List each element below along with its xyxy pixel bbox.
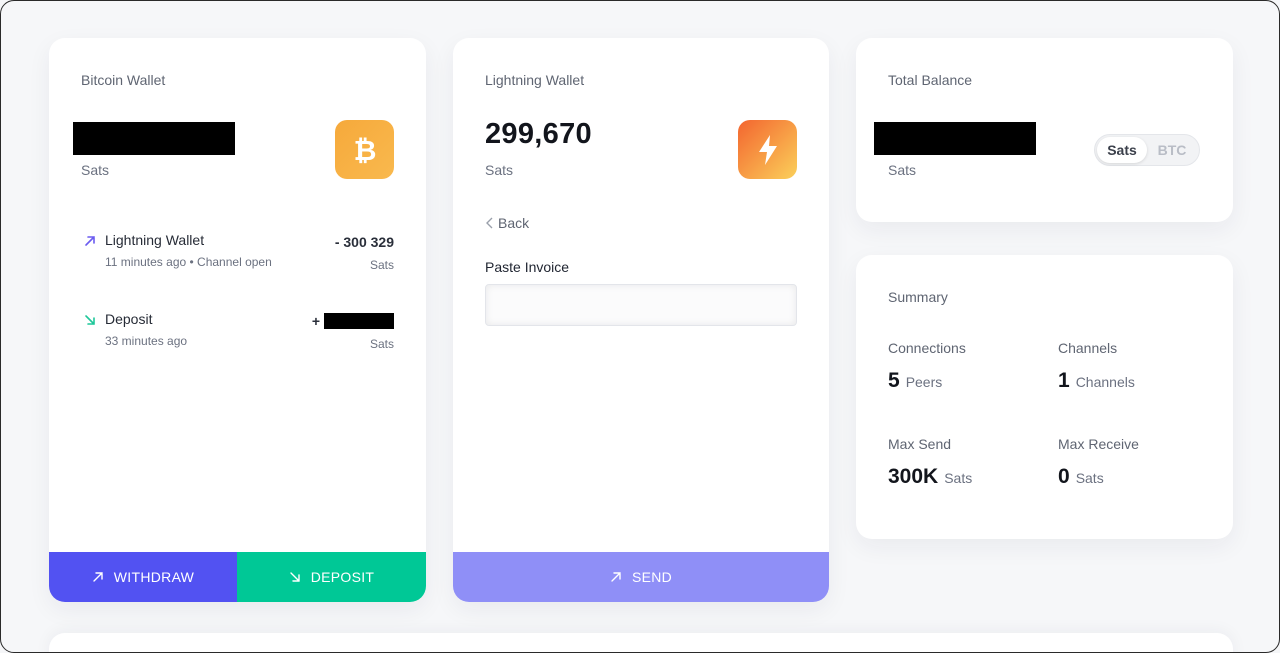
send-button[interactable]: SEND	[453, 552, 829, 602]
invoice-input[interactable]	[485, 284, 797, 326]
lightning-balance-unit: Sats	[485, 162, 514, 178]
lightning-icon	[738, 120, 797, 179]
bitcoin-balance-redacted	[73, 122, 235, 155]
send-label: SEND	[631, 569, 673, 585]
unit-toggle[interactable]: Sats BTC	[1094, 134, 1200, 166]
max-send-value: 300K Sats	[888, 465, 972, 489]
channels-label: Channels	[1058, 340, 1118, 356]
max-send-unit: Sats	[944, 470, 973, 486]
lightning-wallet-title: Lightning Wallet	[485, 72, 585, 88]
max-receive-label: Max Receive	[1058, 436, 1139, 452]
arrow-up-right-icon	[93, 572, 103, 582]
bottom-card	[49, 633, 1233, 652]
back-label: Back	[498, 215, 530, 231]
arrow-down-right-icon	[85, 315, 95, 325]
deposit-button[interactable]: DEPOSIT	[237, 552, 426, 602]
arrow-down-right-icon	[290, 572, 300, 582]
max-receive-unit: Sats	[1075, 470, 1104, 486]
arrow-up-right-icon	[611, 572, 621, 582]
bitcoin-wallet-card: Bitcoin Wallet Sats ₿ Lightning Wallet 1…	[49, 38, 426, 602]
bitcoin-balance-unit: Sats	[81, 162, 110, 178]
withdraw-button[interactable]: WITHDRAW	[49, 552, 237, 602]
transaction-meta: 33 minutes ago	[105, 334, 188, 348]
transaction-meta: 11 minutes ago • Channel open	[105, 255, 272, 269]
transaction-amount: +	[312, 313, 394, 329]
toggle-sats[interactable]: Sats	[1097, 137, 1147, 163]
channels-value: 1 Channels	[1058, 369, 1135, 393]
channels-count: 1	[1058, 369, 1070, 392]
total-balance-redacted	[874, 122, 1036, 155]
svg-text:₿: ₿	[353, 134, 376, 167]
total-balance-title: Total Balance	[888, 72, 973, 88]
amount-redacted	[324, 313, 394, 329]
app-window: Bitcoin Wallet Sats ₿ Lightning Wallet 1…	[0, 0, 1280, 653]
total-balance-card: Total Balance Sats Sats BTC	[856, 38, 1233, 222]
transaction-amount: - 300 329	[334, 234, 394, 250]
back-link[interactable]: Back	[485, 215, 529, 231]
connections-label: Connections	[888, 340, 966, 356]
connections-value: 5 Peers	[888, 369, 942, 393]
lightning-balance: 299,670	[485, 118, 592, 150]
summary-title: Summary	[888, 289, 948, 305]
withdraw-label: WITHDRAW	[113, 569, 195, 585]
transaction-unit: Sats	[369, 337, 394, 351]
transaction-name: Lightning Wallet	[105, 232, 205, 248]
max-receive-amount: 0	[1058, 465, 1070, 488]
paste-invoice-label: Paste Invoice	[485, 259, 570, 275]
toggle-btc[interactable]: BTC	[1147, 137, 1197, 163]
transaction-unit: Sats	[369, 258, 394, 272]
bitcoin-icon: ₿	[335, 120, 394, 179]
max-send-amount: 300K	[888, 465, 939, 488]
transaction-row[interactable]: Deposit 33 minutes ago + Sats	[83, 311, 394, 351]
max-send-label: Max Send	[888, 436, 952, 452]
lightning-wallet-card: Lightning Wallet 299,670 Sats Back Paste…	[453, 38, 829, 602]
transaction-row[interactable]: Lightning Wallet 11 minutes ago • Channe…	[83, 232, 394, 272]
connections-count: 5	[888, 369, 900, 392]
chevron-left-icon	[486, 217, 493, 229]
bitcoin-wallet-title: Bitcoin Wallet	[81, 72, 166, 88]
max-receive-value: 0 Sats	[1058, 465, 1104, 489]
summary-card: Summary Connections 5 Peers Channels 1 C…	[856, 255, 1233, 539]
transaction-name: Deposit	[105, 311, 153, 327]
connections-unit: Peers	[905, 374, 943, 390]
amount-sign: +	[311, 313, 320, 329]
arrow-up-right-icon	[85, 236, 95, 246]
channels-unit: Channels	[1075, 374, 1135, 390]
deposit-label: DEPOSIT	[310, 569, 375, 585]
total-balance-unit: Sats	[888, 162, 917, 178]
